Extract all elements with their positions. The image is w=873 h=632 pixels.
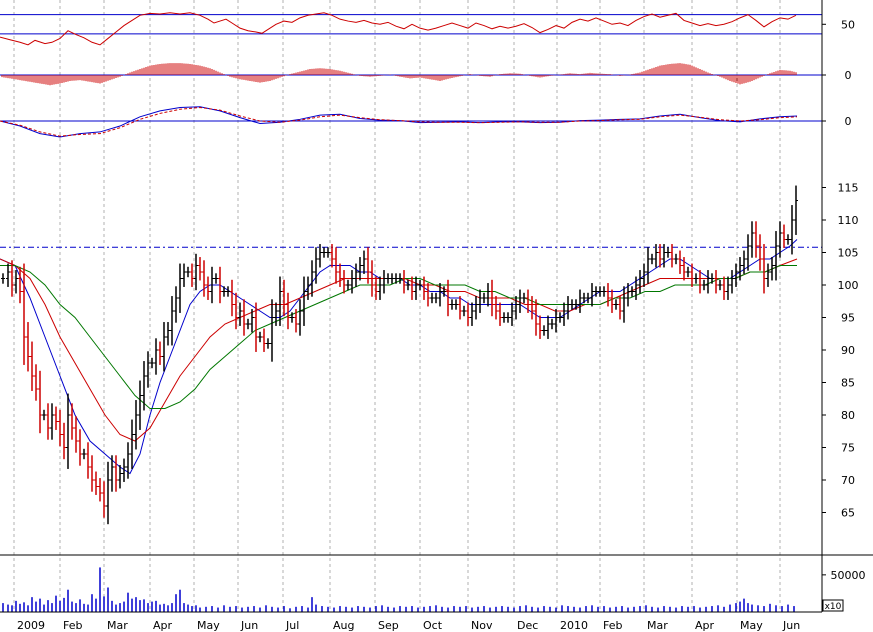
price-tick-label-80: 80 (841, 409, 855, 422)
x-tick-label-3: Apr (153, 619, 173, 632)
price-tick-label-95: 95 (841, 312, 855, 325)
x-tick-label-8: Sep (378, 619, 399, 632)
ma-slow-line (0, 265, 797, 409)
x-tick-label-14: Mar (647, 619, 668, 632)
rsi-tick-label: 50 (841, 18, 855, 31)
macd-tick-label: 0 (845, 115, 852, 128)
price-tick-label-65: 65 (841, 507, 855, 520)
x-tick-label-12: 2010 (560, 619, 588, 632)
histogram-tick-label: 0 (845, 69, 852, 82)
grid-lines (13, 0, 781, 612)
x-tick-label-6: Jul (285, 619, 299, 632)
rsi-panel (0, 12, 822, 46)
price-tick-label-70: 70 (841, 474, 855, 487)
x-tick-label-5: Jun (240, 619, 258, 632)
x-tick-label-17: Jun (782, 619, 800, 632)
x-tick-labels: 2009 Feb Mar Apr May Jun Jul Aug Sep Oct Nov Dec 201… (17, 619, 800, 632)
macd-histogram-panel (0, 63, 822, 86)
volume-tick-label: 50000 (831, 569, 866, 582)
x-tick-label-0: 2009 (17, 619, 45, 632)
macd-signal-line (0, 107, 798, 137)
x-tick-label-7: Aug (333, 619, 354, 632)
price-tick-label-90: 90 (841, 344, 855, 357)
price-tick-label-75: 75 (841, 442, 855, 455)
x-tick-label-13: Feb (603, 619, 622, 632)
y-tick-labels: 50 0 0 65 70 75 80 85 90 95 100 105 110 115 50000 x10 (822, 18, 866, 612)
x-tick-label-15: Apr (695, 619, 715, 632)
price-tick-label-100: 100 (838, 279, 859, 292)
price-panel (0, 185, 822, 525)
rsi-line (0, 12, 797, 46)
volume-panel (2, 567, 795, 612)
axes (0, 0, 873, 613)
ma-mid-line (0, 258, 798, 442)
x-tick-label-11: Dec (517, 619, 538, 632)
price-tick-label-85: 85 (841, 377, 855, 390)
macd-panel (0, 106, 822, 138)
macd-line (0, 106, 798, 138)
x-tick-label-1: Feb (63, 619, 82, 632)
price-tick-label-105: 105 (838, 247, 859, 260)
price-tick-label-110: 110 (838, 214, 859, 227)
x-tick-label-2: Mar (107, 619, 128, 632)
x-tick-label-4: May (197, 619, 220, 632)
volume-multiplier-label: x10 (825, 602, 842, 612)
price-tick-label-115: 115 (838, 182, 859, 195)
ma-fast-line (0, 239, 798, 475)
x-tick-label-10: Nov (471, 619, 493, 632)
x-tick-label-16: May (740, 619, 763, 632)
x-tick-label-9: Oct (423, 619, 443, 632)
chart-canvas: 50 0 0 65 70 75 80 85 90 95 100 105 110 115 50000 x10 2… (0, 0, 873, 632)
